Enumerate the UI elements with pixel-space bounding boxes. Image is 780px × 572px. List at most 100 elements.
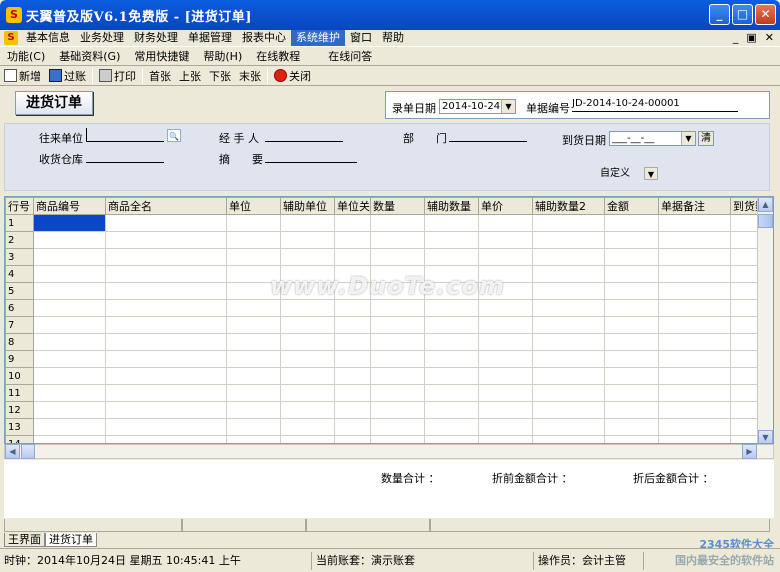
grid-cell[interactable] [105,282,227,300]
grid-cell[interactable] [478,333,533,351]
grid-cell[interactable] [334,316,371,334]
grid-cell[interactable] [424,214,479,232]
chevron-down-icon[interactable]: ▼ [681,132,695,145]
grid-cell[interactable] [478,418,533,436]
func-function[interactable]: 功能(C) [0,48,52,64]
column-header[interactable]: 单据备注 [658,197,731,215]
grid-cell[interactable] [105,248,227,266]
mdi-minimize-icon[interactable]: _ [733,30,739,46]
grid-cell[interactable] [226,401,281,419]
grid-cell[interactable] [280,316,335,334]
grid-cell[interactable] [658,401,731,419]
tab-purchase-order[interactable]: 进货订单 [45,533,97,547]
custom-select[interactable]: 自定义 ▼ [598,167,658,182]
maximize-button[interactable]: □ [732,4,753,25]
grid-cell[interactable] [658,316,731,334]
grid-cell[interactable] [280,299,335,317]
grid-cell[interactable] [604,333,659,351]
menu-basic[interactable]: 基本信息 [21,30,75,46]
grid-cell[interactable] [280,435,335,443]
grid-cell[interactable] [604,418,659,436]
grid-cell[interactable] [105,350,227,368]
table-row[interactable]: 11 [5,384,767,402]
table-row[interactable]: 10 [5,367,767,385]
grid-cell[interactable] [424,384,479,402]
grid-cell[interactable] [424,418,479,436]
grid-cell[interactable] [280,333,335,351]
grid-cell[interactable] [105,401,227,419]
close-doc-button[interactable]: 关闭 [270,67,315,85]
grid-cell[interactable] [334,435,371,443]
grid-cell[interactable] [658,435,731,443]
grid-cell[interactable] [478,435,533,443]
grid-cell[interactable] [370,367,425,385]
grid-cell[interactable] [105,435,227,443]
grid-cell[interactable] [532,418,605,436]
grid-cell[interactable] [226,435,281,443]
table-row[interactable]: 2 [5,231,767,249]
grid-cell[interactable] [105,265,227,283]
func-help[interactable]: 帮助(H) [196,48,249,64]
grid-cell[interactable] [604,316,659,334]
grid-cell[interactable] [604,401,659,419]
grid-cell[interactable] [33,282,106,300]
search-icon[interactable]: 🔍 [167,129,181,142]
grid-cell[interactable] [424,248,479,266]
func-shortcuts[interactable]: 常用快捷键 [127,48,196,64]
chevron-down-icon[interactable]: ▼ [501,100,515,113]
grid-cell[interactable] [33,231,106,249]
grid-cell[interactable] [424,299,479,317]
column-header[interactable]: 单位关 [334,197,371,215]
grid-cell[interactable] [280,401,335,419]
table-row[interactable]: 8 [5,333,767,351]
grid-cell[interactable] [604,367,659,385]
grid-cell[interactable] [226,333,281,351]
table-row[interactable]: 7 [5,316,767,334]
scroll-thumb[interactable] [758,214,773,228]
next-button[interactable]: 下张 [205,67,235,85]
new-button[interactable]: 新增 [0,67,45,85]
grid-cell[interactable] [532,316,605,334]
tab-main[interactable]: 王界面 [4,533,45,547]
grid-cell[interactable] [370,231,425,249]
column-header[interactable]: 数量 [370,197,425,215]
grid-cell[interactable] [658,231,731,249]
grid-cell[interactable] [478,231,533,249]
grid-cell[interactable] [33,316,106,334]
scroll-right-icon[interactable]: ▶ [742,444,757,459]
grid-cell[interactable] [478,214,533,232]
partner-field[interactable] [86,128,164,142]
grid-cell[interactable] [33,435,106,443]
grid-cell[interactable] [334,418,371,436]
grid-cell[interactable] [33,299,106,317]
hscroll-thumb[interactable] [21,444,35,459]
grid-cell[interactable] [658,418,731,436]
grid-cell[interactable] [370,333,425,351]
grid-cell[interactable] [370,248,425,266]
column-header[interactable]: 辅助单位 [280,197,335,215]
table-row[interactable]: 1 [5,214,767,232]
grid-cell[interactable] [532,299,605,317]
grid-cell[interactable] [33,350,106,368]
grid-cell[interactable] [334,384,371,402]
grid-cell[interactable] [532,248,605,266]
grid-cell[interactable] [33,333,106,351]
menu-business[interactable]: 业务处理 [75,30,129,46]
grid-cell[interactable] [658,265,731,283]
grid-cell[interactable] [370,214,425,232]
grid-cell[interactable] [370,299,425,317]
grid-cell[interactable] [478,384,533,402]
grid-cell[interactable] [424,333,479,351]
grid-cell[interactable] [604,435,659,443]
column-header[interactable]: 辅助数量2 [532,197,605,215]
grid-cell[interactable] [226,367,281,385]
mdi-icon[interactable]: S [4,31,18,45]
func-basic-data[interactable]: 基础资料(G) [52,48,127,64]
grid-cell[interactable] [33,265,106,283]
column-header[interactable]: 商品全名 [105,197,227,215]
grid-cell[interactable] [334,231,371,249]
grid-cell[interactable] [604,299,659,317]
grid-cell[interactable] [604,231,659,249]
grid-cell[interactable] [658,333,731,351]
grid-cell[interactable] [105,316,227,334]
